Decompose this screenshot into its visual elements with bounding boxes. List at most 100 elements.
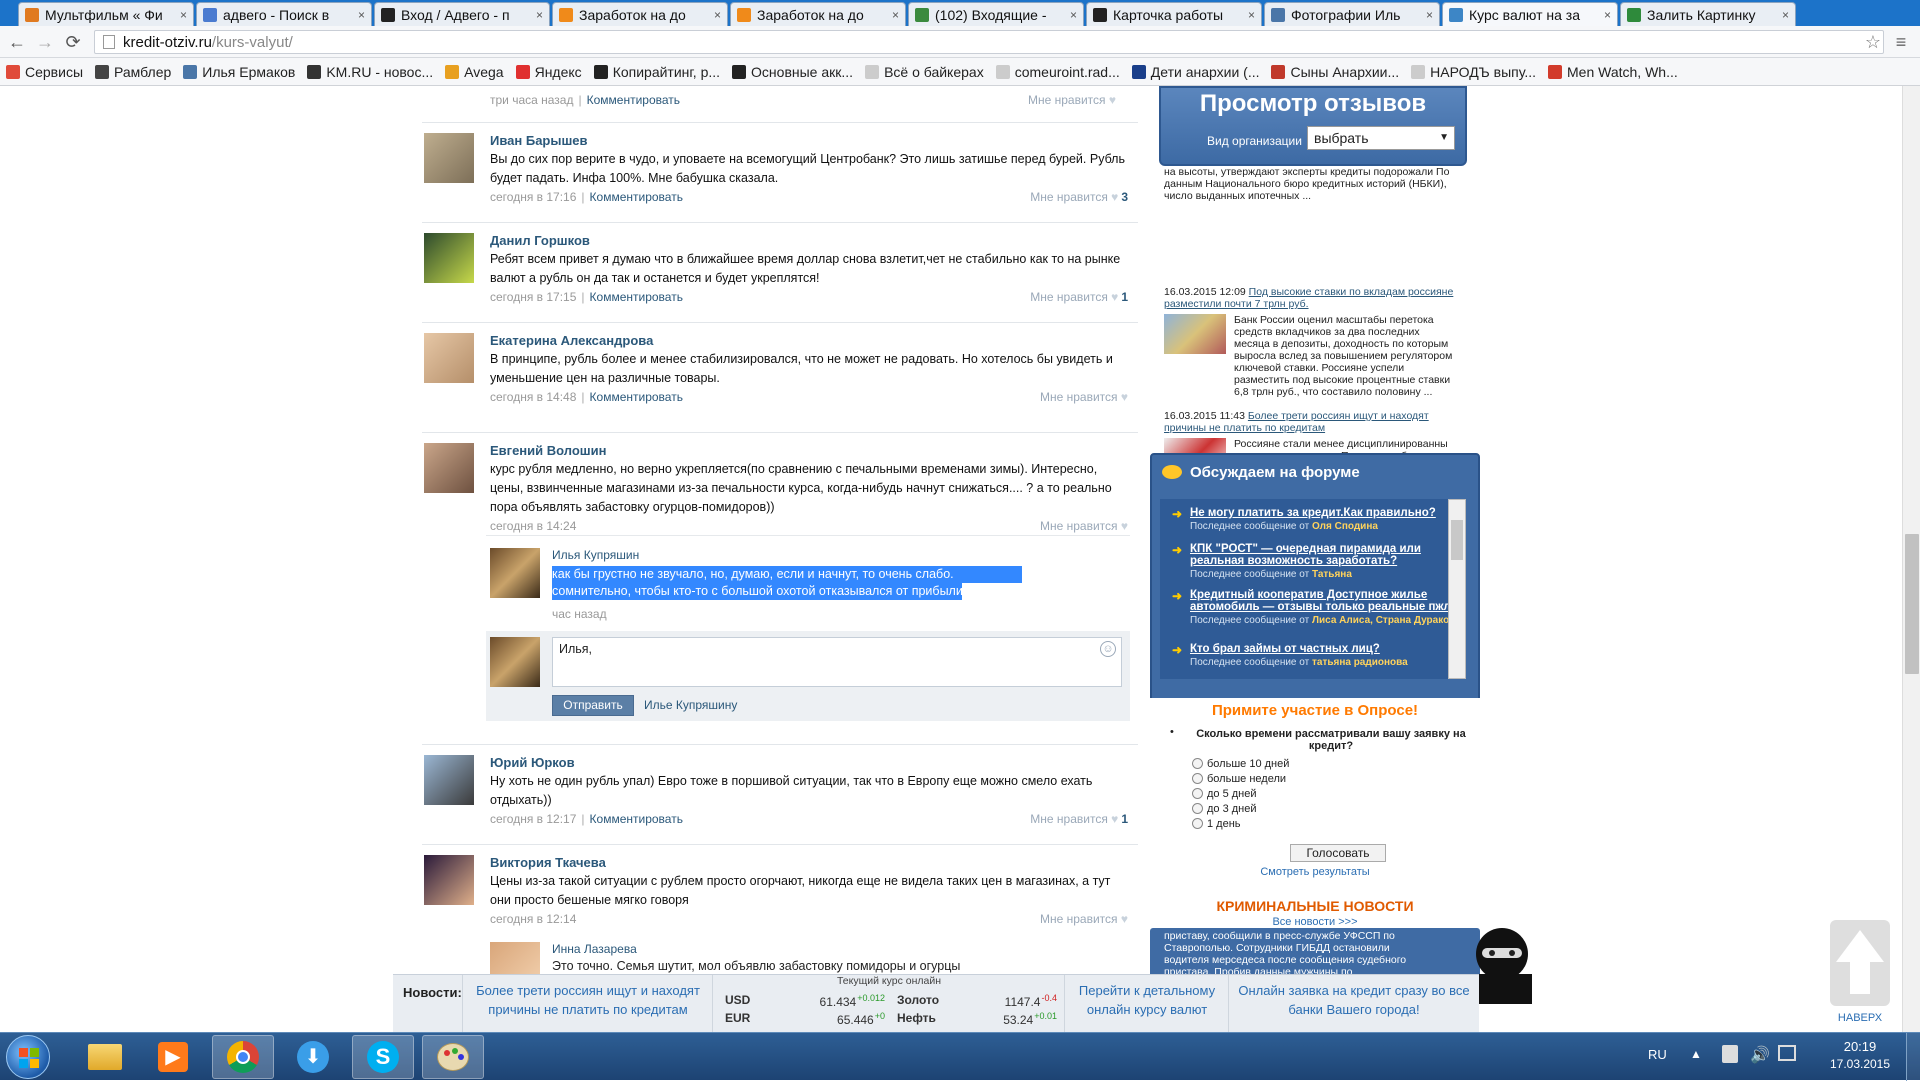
close-tab-icon[interactable]: ×: [892, 8, 899, 22]
reply-author[interactable]: Илья Купряшин: [552, 548, 639, 562]
start-button[interactable]: [6, 1035, 50, 1079]
forward-icon[interactable]: →: [32, 30, 58, 54]
close-tab-icon[interactable]: ×: [1782, 8, 1789, 22]
smiley-icon[interactable]: ☺: [1100, 641, 1116, 657]
media-taskbar-button[interactable]: ▶: [142, 1035, 204, 1079]
forum-topic-link[interactable]: Кредитный кооператив Доступное жилье авт…: [1190, 589, 1456, 613]
radio-button[interactable]: [1192, 818, 1203, 829]
poll-option[interactable]: до 5 дней: [1192, 786, 1432, 801]
bookmark-item[interactable]: Всё о байкерах: [865, 64, 984, 80]
menu-icon[interactable]: ≡: [1888, 30, 1914, 54]
compose-input[interactable]: Илья,: [552, 637, 1122, 687]
forum-topic-link[interactable]: Не могу платить за кредит.Как правильно?: [1190, 507, 1456, 519]
volume-icon[interactable]: 🔊: [1750, 1045, 1770, 1065]
skype-taskbar-button[interactable]: S: [352, 1035, 414, 1079]
browser-tab[interactable]: Фотографии Иль ×: [1264, 2, 1440, 26]
back-icon[interactable]: ←: [4, 30, 30, 54]
bookmark-item[interactable]: Avega: [445, 64, 504, 80]
browser-tab[interactable]: Карточка работы ×: [1086, 2, 1262, 26]
detail-rates-link[interactable]: Перейти к детальному онлайн курсу валют: [1065, 981, 1229, 1019]
bookmark-item[interactable]: Яндекс: [515, 64, 582, 80]
vote-button[interactable]: Голосовать: [1290, 844, 1386, 862]
forum-scroll-thumb[interactable]: [1451, 520, 1463, 560]
forum-scrollbar[interactable]: [1448, 499, 1466, 679]
poll-option[interactable]: 1 день: [1192, 816, 1432, 831]
poll-option[interactable]: больше 10 дней: [1192, 756, 1432, 771]
close-tab-icon[interactable]: ×: [1604, 8, 1611, 22]
forum-item[interactable]: ➜ Кредитный кооператив Доступное жилье ав…: [1172, 589, 1456, 626]
bookmark-item[interactable]: Рамблер: [95, 64, 171, 80]
poll-option[interactable]: больше недели: [1192, 771, 1432, 786]
reply-link[interactable]: Комментировать: [590, 190, 683, 204]
like-button[interactable]: Мне нравится ♥ 1: [1030, 290, 1128, 304]
send-button[interactable]: Отправить: [552, 695, 634, 716]
reply-link[interactable]: Комментировать: [590, 390, 683, 404]
forum-item[interactable]: ➜ Кто брал займы от частных лиц? Последнее…: [1172, 643, 1456, 668]
browser-tab[interactable]: Заработок на до ×: [552, 2, 728, 26]
like-button[interactable]: Мне нравится ♥ 3: [1030, 190, 1128, 204]
radio-button[interactable]: [1192, 758, 1203, 769]
browser-tab[interactable]: адвего - Поиск в ×: [196, 2, 372, 26]
avatar[interactable]: [424, 443, 474, 493]
forum-item[interactable]: ➜ Не могу платить за кредит.Как правильно…: [1172, 507, 1456, 532]
forum-topic-link[interactable]: Кто брал займы от частных лиц?: [1190, 643, 1456, 655]
reload-icon[interactable]: ⟳: [60, 30, 86, 54]
radio-button[interactable]: [1192, 773, 1203, 784]
bookmark-item[interactable]: НАРОДЪ выпу...: [1411, 64, 1536, 80]
avatar[interactable]: [424, 133, 474, 183]
close-tab-icon[interactable]: ×: [714, 8, 721, 22]
poll-option[interactable]: до 3 дней: [1192, 801, 1432, 816]
browser-tab[interactable]: Вход / Адвего - п ×: [374, 2, 550, 26]
reply-link[interactable]: Комментировать: [587, 93, 680, 107]
comment-author[interactable]: Виктория Ткачева: [490, 855, 606, 870]
radio-button[interactable]: [1192, 803, 1203, 814]
address-bar[interactable]: kredit-otziv.ru/kurs-valyut/: [94, 30, 1884, 54]
chrome-taskbar-button[interactable]: [212, 1035, 274, 1079]
page-scroll-thumb[interactable]: [1905, 534, 1919, 674]
like-button[interactable]: Мне нравится ♥: [1040, 912, 1128, 926]
reply-link[interactable]: Комментировать: [590, 290, 683, 304]
bookmark-item[interactable]: KM.RU - новос...: [307, 64, 433, 80]
forum-last-author[interactable]: Татьяна: [1312, 569, 1352, 580]
page-scrollbar[interactable]: [1902, 86, 1920, 1032]
bookmark-item[interactable]: Основные акк...: [732, 64, 853, 80]
like-button[interactable]: Мне нравится ♥ 1: [1030, 812, 1128, 826]
tray-expand-icon[interactable]: ▲: [1690, 1047, 1702, 1061]
bookmark-item[interactable]: Дети анархии (...: [1131, 64, 1259, 80]
radio-button[interactable]: [1192, 788, 1203, 799]
close-tab-icon[interactable]: ×: [536, 8, 543, 22]
like-button[interactable]: Мне нравится ♥: [1040, 390, 1128, 404]
forum-last-author[interactable]: Оля Сподина: [1312, 521, 1378, 532]
browser-tab[interactable]: Курс валют на за ×: [1442, 2, 1618, 26]
footer-news-link[interactable]: Более трети россиян ищут и находят причи…: [463, 981, 713, 1019]
avatar[interactable]: [424, 755, 474, 805]
clock-date[interactable]: 17.03.2015: [1820, 1057, 1900, 1071]
forum-item[interactable]: ➜ КПК "РОСТ" — очередная пирамида или реа…: [1172, 543, 1456, 580]
scroll-to-top-button[interactable]: [1830, 920, 1890, 1006]
reply-link[interactable]: Комментировать: [590, 812, 683, 826]
news-thumbnail[interactable]: [1164, 314, 1226, 354]
poll-results-link[interactable]: Смотреть результаты: [1150, 866, 1480, 878]
language-indicator[interactable]: RU: [1648, 1047, 1667, 1062]
bookmark-item[interactable]: Сыны Анархии...: [1271, 64, 1399, 80]
avatar[interactable]: [490, 548, 540, 598]
close-tab-icon[interactable]: ×: [1248, 8, 1255, 22]
crime-all-link[interactable]: Все новости >>>: [1150, 916, 1480, 928]
comment-author[interactable]: Евгений Волошин: [490, 443, 606, 458]
close-tab-icon[interactable]: ×: [1070, 8, 1077, 22]
comment-author[interactable]: Екатерина Александрова: [490, 333, 653, 348]
like-button[interactable]: Мне нравится ♥: [1040, 519, 1128, 533]
apply-link[interactable]: Онлайн заявка на кредит сразу во все бан…: [1229, 981, 1479, 1019]
close-tab-icon[interactable]: ×: [180, 8, 187, 22]
avatar[interactable]: [424, 855, 474, 905]
close-tab-icon[interactable]: ×: [1426, 8, 1433, 22]
browser-tab[interactable]: Мультфильм « Фи ×: [18, 2, 194, 26]
explorer-taskbar-button[interactable]: [74, 1035, 136, 1079]
network-icon[interactable]: [1778, 1045, 1796, 1061]
avatar[interactable]: [424, 333, 474, 383]
bookmark-star-icon[interactable]: ☆: [1860, 30, 1886, 54]
paint-taskbar-button[interactable]: [422, 1035, 484, 1079]
reply-author[interactable]: Инна Лазарева: [552, 942, 637, 956]
bookmark-item[interactable]: Men Watch, Wh...: [1548, 64, 1678, 80]
bookmark-item[interactable]: Сервисы: [6, 64, 83, 80]
